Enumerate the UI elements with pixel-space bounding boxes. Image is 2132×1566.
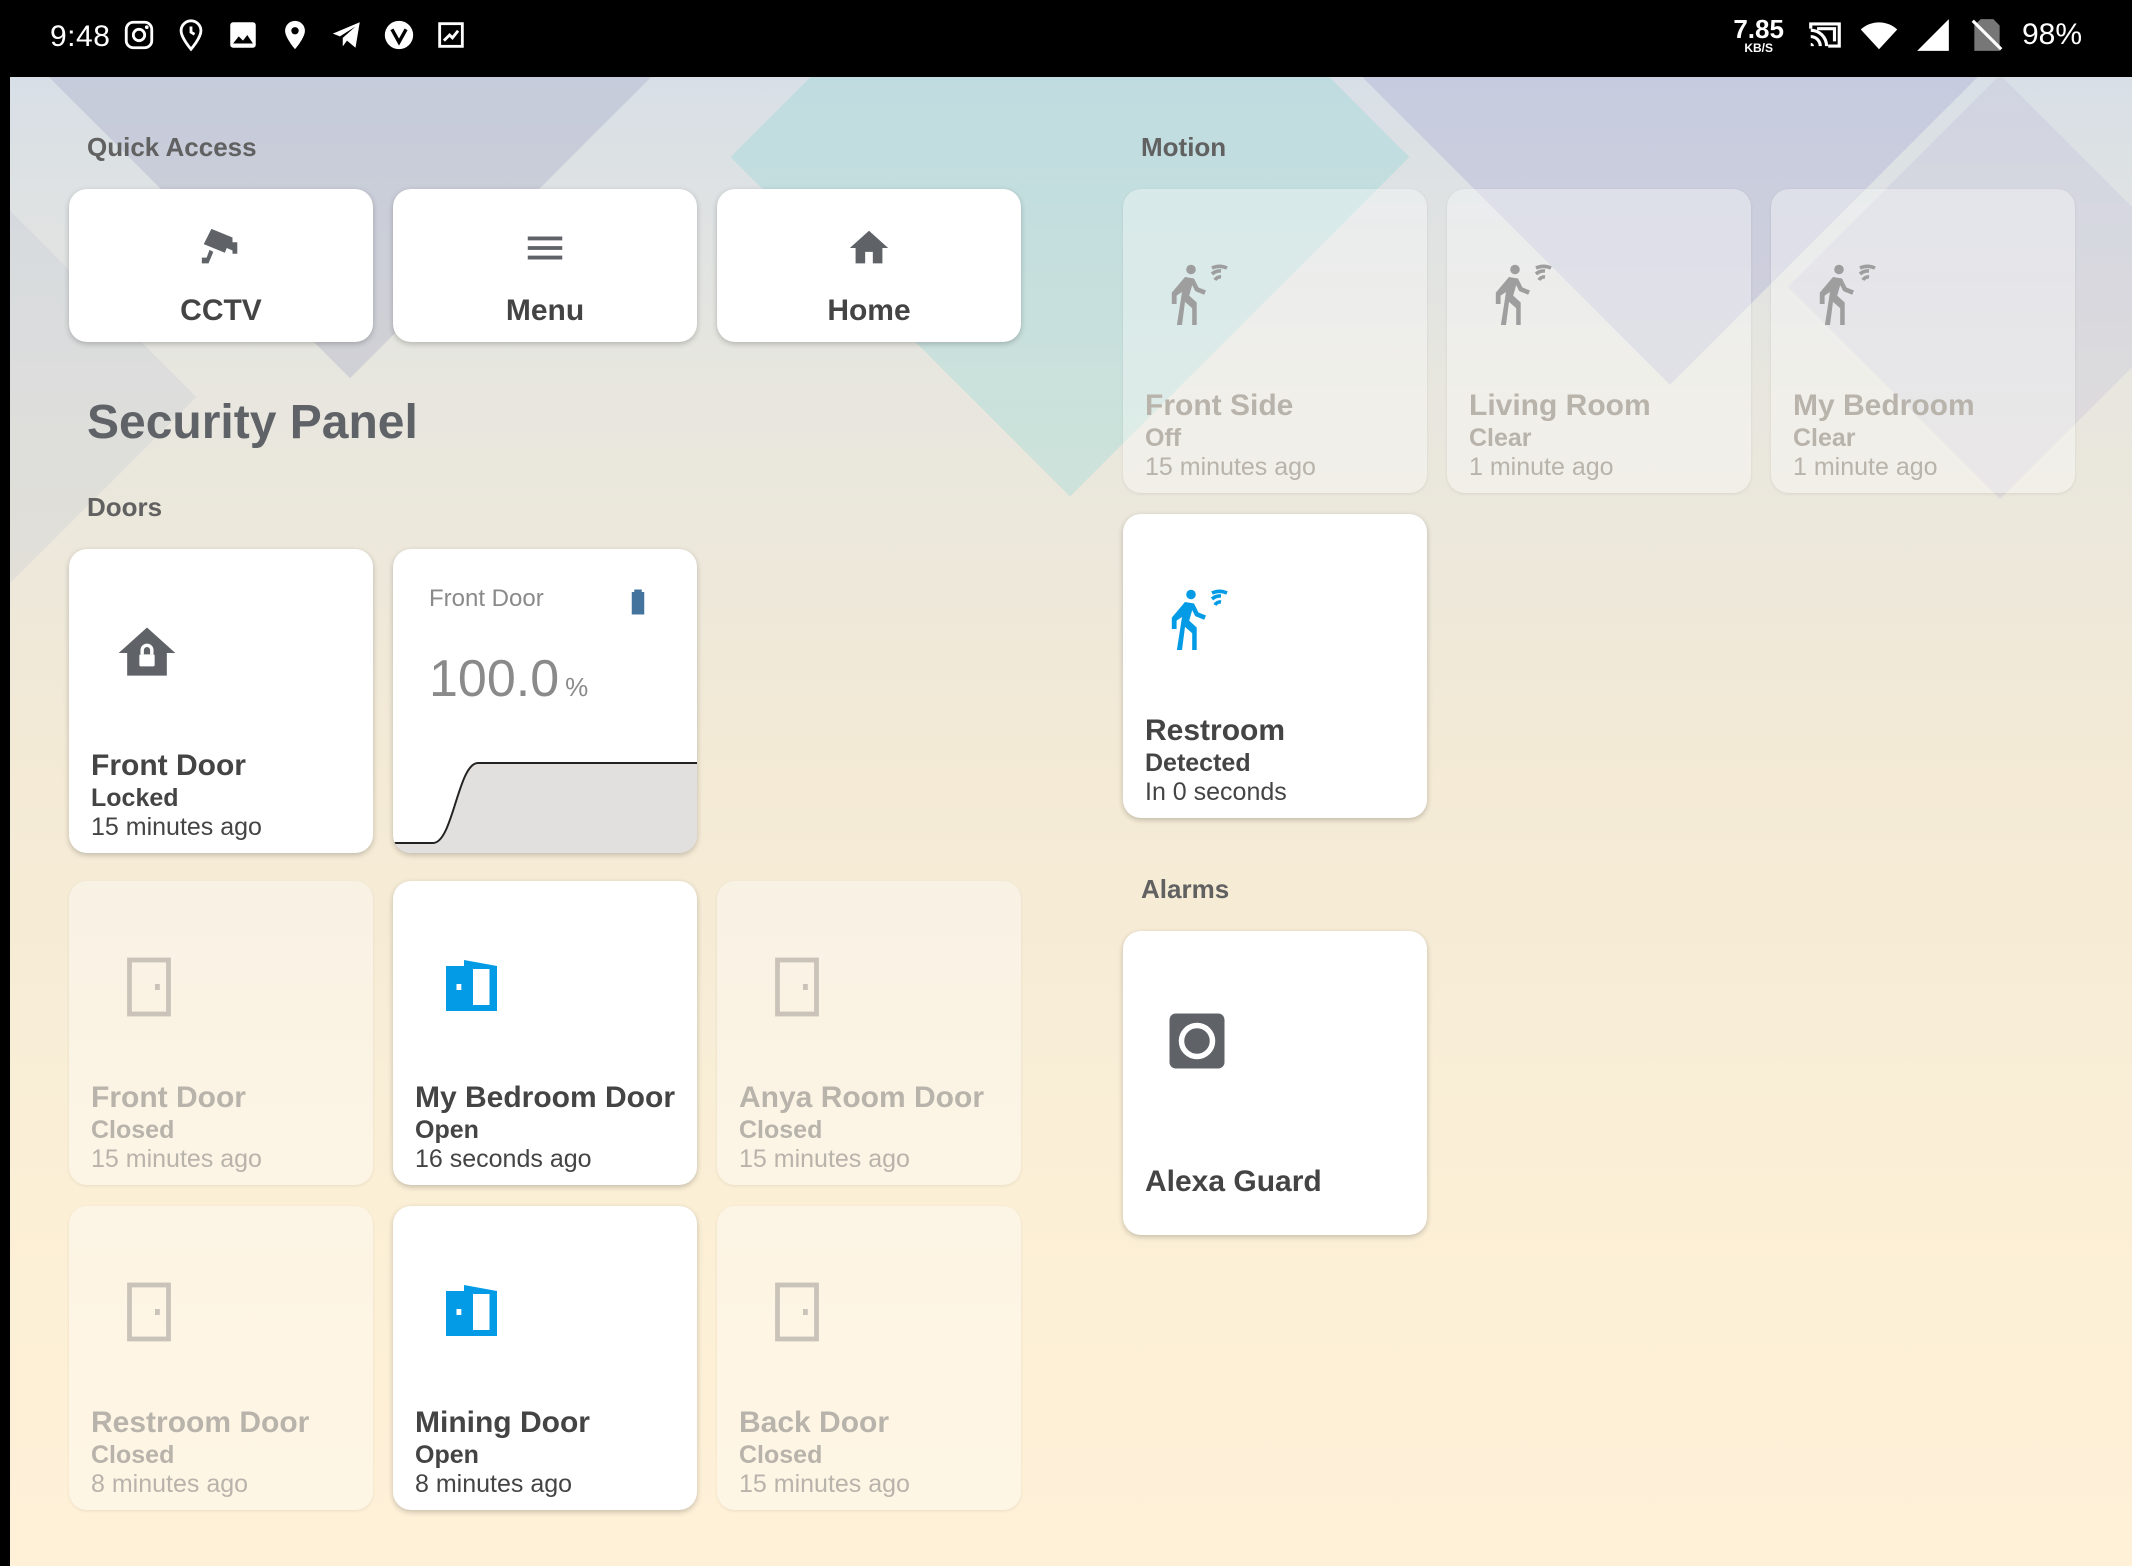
sensor-history-graph — [393, 762, 697, 853]
instagram-icon — [124, 20, 154, 50]
status-bar: 9:48 7.85 KB/S 98% — [0, 0, 2132, 77]
tile-name: My Bedroom Door — [415, 1081, 676, 1114]
tile-name: Front Door — [91, 749, 246, 782]
tile-state: Closed — [91, 1116, 175, 1144]
tile-name: Anya Room Door — [739, 1081, 985, 1114]
restroom-motion-tile[interactable]: Restroom Detected In 0 seconds — [1123, 514, 1427, 818]
tile-name: Living Room — [1469, 389, 1651, 422]
tile-time: 8 minutes ago — [415, 1470, 573, 1498]
tile-state: Clear — [1469, 424, 1532, 452]
alarm-guard-icon — [1169, 1013, 1225, 1069]
living-room-motion-tile[interactable]: Living Room Clear 1 minute ago — [1447, 189, 1751, 493]
tile-time: 15 minutes ago — [91, 1145, 262, 1173]
quick-access-cctv-button[interactable]: CCTV — [69, 189, 373, 342]
tile-time: 15 minutes ago — [739, 1145, 910, 1173]
status-right: 7.85 KB/S 98% — [1733, 16, 2082, 54]
my-bedroom-motion-tile[interactable]: My Bedroom Clear 1 minute ago — [1771, 189, 2075, 493]
door-closed-icon — [775, 957, 819, 1017]
alexa-guard-tile[interactable]: Alexa Guard — [1123, 931, 1427, 1235]
quick-access-label-cctv: CCTV — [180, 294, 262, 327]
vpn-icon — [384, 20, 414, 50]
mining-door-tile[interactable]: Mining Door Open 8 minutes ago — [393, 1206, 697, 1510]
sensor-title: Front Door — [429, 585, 544, 612]
sensor-value: 100.0 — [429, 650, 560, 708]
tile-time: 15 minutes ago — [1145, 453, 1316, 481]
tile-state: Closed — [739, 1441, 823, 1469]
front-door-contact-tile[interactable]: Front Door Closed 15 minutes ago — [69, 881, 373, 1185]
battery-percent: 98% — [2021, 18, 2082, 51]
doors-label: Doors — [87, 492, 163, 522]
motion-sensor-icon — [1171, 589, 1228, 650]
anya-room-door-tile[interactable]: Anya Room Door Closed 15 minutes ago — [717, 881, 1021, 1185]
my-bedroom-door-tile[interactable]: My Bedroom Door Open 16 seconds ago — [393, 881, 697, 1185]
tile-state: Closed — [739, 1116, 823, 1144]
home-icon — [849, 230, 889, 264]
tile-time: 15 minutes ago — [739, 1470, 910, 1498]
alarms-label: Alarms — [1141, 874, 1230, 904]
door-closed-icon — [775, 1282, 819, 1342]
location-icon — [285, 20, 305, 50]
status-time: 9:48 — [50, 20, 111, 53]
sensor-value-row: 100.0% — [429, 649, 588, 709]
gallery-icon — [230, 22, 256, 48]
tile-time: 1 minute ago — [1793, 453, 1938, 481]
door-closed-icon — [127, 1282, 171, 1342]
screenshot-icon — [438, 22, 464, 48]
tile-state: Detected — [1145, 749, 1251, 777]
tile-name: Mining Door — [415, 1406, 590, 1439]
quick-access-label-menu: Menu — [505, 294, 585, 327]
tile-name: Back Door — [739, 1406, 890, 1439]
network-speed: 7.85 KB/S — [1733, 16, 1784, 54]
tile-name: Alexa Guard — [1145, 1165, 1322, 1198]
wifi-icon — [1860, 22, 1898, 50]
dashboard-canvas: Quick Access CCTV Menu Home Security Pan… — [10, 77, 2132, 1566]
tile-name: Front Side — [1145, 389, 1294, 422]
motion-sensor-icon — [1819, 264, 1876, 325]
tile-state: Clear — [1793, 424, 1856, 452]
network-speed-unit: KB/S — [1744, 41, 1773, 55]
no-sim-icon — [1971, 19, 2003, 51]
location-history-icon — [179, 19, 203, 52]
cast-icon — [1809, 22, 1841, 48]
tile-state: Locked — [91, 784, 179, 812]
tile-time: 15 minutes ago — [91, 813, 262, 841]
quick-access-label: Quick Access — [87, 132, 257, 162]
signal-icon — [1917, 19, 1949, 51]
door-open-icon — [446, 1285, 497, 1336]
cctv-icon — [201, 228, 238, 264]
sensor-unit: % — [565, 672, 589, 702]
tile-state: Off — [1145, 424, 1182, 452]
tile-state: Open — [415, 1441, 479, 1469]
battery-icon — [631, 589, 645, 615]
door-closed-icon — [127, 957, 171, 1017]
tile-time: In 0 seconds — [1145, 778, 1287, 806]
motion-label: Motion — [1141, 132, 1227, 162]
motion-sensor-icon — [1495, 264, 1552, 325]
tile-name: Restroom Door — [91, 1406, 310, 1439]
notification-icons — [122, 18, 468, 52]
tile-name: Restroom — [1145, 714, 1286, 747]
tile-state: Open — [415, 1116, 479, 1144]
front-door-battery-sensor-card[interactable]: Front Door 100.0% — [393, 549, 697, 853]
tile-time: 16 seconds ago — [415, 1145, 592, 1173]
door-open-icon — [446, 960, 497, 1011]
telegram-icon — [332, 22, 360, 48]
quick-access-home-button[interactable]: Home — [717, 189, 1021, 342]
quick-access-label-home: Home — [827, 294, 911, 327]
home-lock-icon — [118, 627, 176, 676]
restroom-door-tile[interactable]: Restroom Door Closed 8 minutes ago — [69, 1206, 373, 1510]
front-side-motion-tile[interactable]: Front Side Off 15 minutes ago — [1123, 189, 1427, 493]
tile-name: My Bedroom — [1793, 389, 1975, 422]
quick-access-menu-button[interactable]: Menu — [393, 189, 697, 342]
tile-name: Front Door — [91, 1081, 246, 1114]
tile-state: Closed — [91, 1441, 175, 1469]
motion-sensor-icon — [1171, 264, 1228, 325]
network-speed-value: 7.85 — [1733, 14, 1784, 44]
front-door-lock-tile[interactable]: Front Door Locked 15 minutes ago — [69, 549, 373, 853]
tile-time: 1 minute ago — [1469, 453, 1614, 481]
back-door-tile[interactable]: Back Door Closed 15 minutes ago — [717, 1206, 1021, 1510]
menu-icon — [527, 236, 563, 260]
tile-time: 8 minutes ago — [91, 1470, 249, 1498]
page-title: Security Panel — [87, 396, 418, 449]
